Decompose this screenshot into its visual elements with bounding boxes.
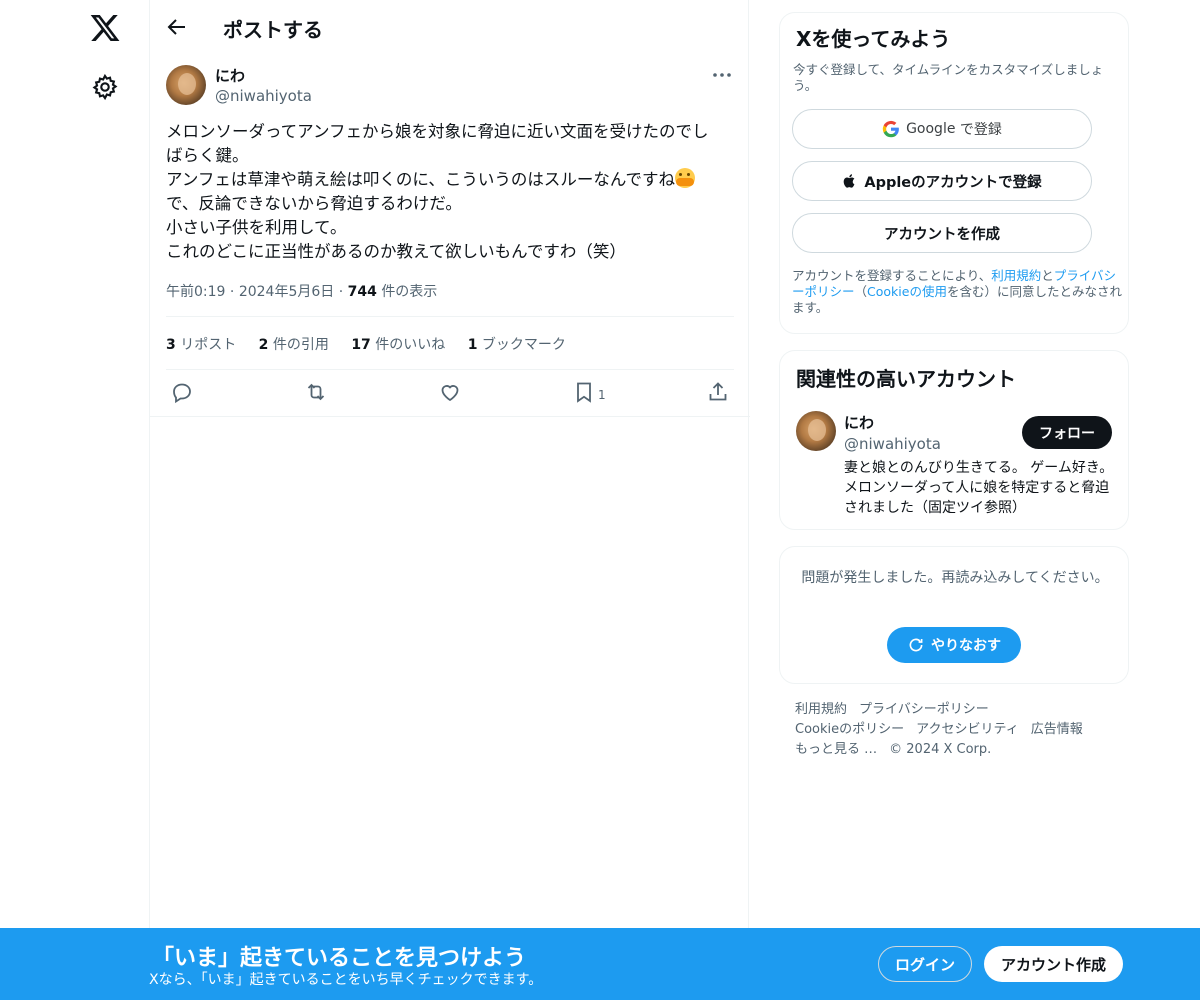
stat-likes[interactable]: 17 件のいいね [351, 337, 445, 353]
footer-links: 利用規約 プライバシーポリシー Cookieのポリシー アクセシビリティ 広告情報 も… [795, 700, 1125, 760]
legal-text: （ [854, 284, 868, 299]
create-account-button[interactable]: アカウントを作成 [792, 213, 1092, 253]
repost-icon[interactable] [304, 380, 328, 404]
bookmark-count: 1 [598, 388, 606, 402]
terms-link[interactable]: 利用規約 [991, 268, 1041, 283]
post-time[interactable]: 午前0:19 [166, 284, 225, 300]
apple-logo-icon [844, 174, 855, 188]
google-brand-label: Google [906, 121, 956, 137]
signup-card-title: Xを使ってみよう [796, 27, 951, 51]
post-text-line: で、反論できないから脅迫するわけだ。 [166, 194, 462, 213]
apple-signup-button[interactable]: Appleのアカウントで登録 [792, 161, 1092, 201]
related-account-bio: 妻と娘とのんびり生きてる。 ゲーム好き。 メロンソーダって人に娘を特定すると脅迫… [844, 460, 1114, 516]
cookie-link[interactable]: Cookieの使用 [867, 284, 947, 299]
footer-copyright: © 2024 X Corp. [889, 742, 992, 757]
post-stats: 3 リポスト 2 件の引用 17 件のいいね 1 ブックマーク [166, 334, 584, 354]
page-title: ポストする [223, 18, 323, 42]
footer-link-ads[interactable]: 広告情報 [1031, 722, 1083, 737]
top-bar: ポストする [150, 0, 750, 54]
post-text-line: 小さい子供を利用して。 [166, 218, 347, 237]
stat-reposts[interactable]: 3 リポスト [166, 337, 236, 353]
footer-link-cookie[interactable]: Cookieのポリシー [795, 722, 904, 737]
post-text-line: これのどこに正当性があるのか教えて欲しいもんですわ（笑） [166, 242, 626, 261]
footer-link-accessibility[interactable]: アクセシビリティ [916, 722, 1019, 737]
login-banner: 「いま」起きていることを見つけよう Xなら、「いま」起きていることをいち早くチェ… [0, 928, 1200, 1000]
x-logo-icon[interactable] [89, 12, 121, 44]
post-text: メロンソーダってアンフェから娘を対象に脅迫に近い文面を受けたのでし ばらく鍵。 … [166, 120, 736, 264]
stat-quotes[interactable]: 2 件の引用 [259, 337, 329, 353]
left-rail [0, 0, 150, 1000]
signup-card: Xを使ってみよう 今すぐ登録して、タイムラインをカスタマイズしましょう。 Goo… [779, 12, 1129, 334]
signup-card-subtitle: 今すぐ登録して、タイムラインをカスタマイズしましょう。 [793, 62, 1104, 93]
login-button[interactable]: ログイン [878, 946, 972, 982]
footer-link-privacy[interactable]: プライバシーポリシー [859, 702, 989, 717]
divider [166, 316, 734, 317]
views-label: 件の表示 [381, 284, 438, 300]
legal-text: アカウントを登録することにより、 [792, 268, 992, 283]
related-accounts-title: 関連性の高いアカウント [796, 367, 1016, 391]
apple-signup-label: Appleのアカウントで登録 [864, 174, 1042, 191]
divider [150, 416, 750, 417]
post-author-avatar[interactable] [166, 65, 206, 105]
post-author-name[interactable]: にわ [215, 65, 245, 86]
post-actions: 1 [150, 380, 750, 408]
signup-button[interactable]: アカウント作成 [984, 946, 1123, 982]
banner-subtitle: Xなら、「いま」起きていることをいち早くチェックできます。 [149, 972, 543, 988]
error-card: 問題が発生しました。再読み込みしてください。 やりなおす [779, 546, 1129, 684]
retry-label: やりなおす [931, 638, 1001, 654]
follow-button[interactable]: フォロー [1022, 416, 1112, 449]
google-signup-label: で登録 [959, 122, 1002, 138]
like-heart-icon[interactable] [438, 380, 462, 404]
reply-icon[interactable] [170, 380, 194, 404]
post-text-line: ばらく鍵。 [166, 146, 249, 165]
error-message: 問題が発生しました。再読み込みしてください。 [801, 570, 1109, 586]
google-g-icon [882, 120, 899, 138]
footer-row: もっと見る … © 2024 X Corp. [795, 740, 1125, 760]
post-meta: 午前0:19 · 2024年5月6日 · 744 件の表示 [166, 284, 438, 300]
create-account-label: アカウントを作成 [884, 226, 1000, 243]
share-icon[interactable] [706, 380, 730, 404]
more-options-icon[interactable] [710, 65, 734, 85]
bookmark-icon[interactable] [572, 380, 596, 404]
legal-notice: アカウントを登録することにより、利用規約とプライバシーポリシー（Cookieの使… [792, 268, 1122, 316]
retry-button[interactable]: やりなおす [887, 627, 1021, 663]
divider [166, 369, 734, 370]
refresh-icon [909, 638, 923, 652]
related-account-handle[interactable]: @niwahiyota [844, 435, 941, 453]
banner-title: 「いま」起きていることを見つけよう [152, 946, 527, 971]
hugging-face-emoji-icon [675, 168, 696, 188]
footer-link-terms[interactable]: 利用規約 [795, 702, 847, 717]
stat-bookmarks[interactable]: 1 ブックマーク [468, 337, 566, 353]
footer-more-link[interactable]: もっと見る … [795, 742, 877, 757]
post-text-line-with-emoji: アンフェは草津や萌え絵は叩くのに、こういうのはスルーなんですね [166, 168, 736, 192]
footer-row: 利用規約 プライバシーポリシー [795, 700, 1125, 720]
legal-text: と [1041, 268, 1054, 283]
post-author-handle[interactable]: @niwahiyota [215, 87, 312, 105]
post-date[interactable]: 2024年5月6日 [239, 284, 334, 300]
gear-icon[interactable] [91, 73, 119, 101]
related-accounts-card: 関連性の高いアカウント にわ @niwahiyota フォロー 妻と娘とのんびり… [779, 350, 1129, 530]
views-count: 744 [347, 284, 377, 300]
post-text-line: メロンソーダってアンフェから娘を対象に脅迫に近い文面を受けたのでし [166, 122, 709, 141]
back-arrow-icon[interactable] [165, 15, 189, 39]
related-account-name[interactable]: にわ [844, 412, 874, 433]
main-column: ポストする にわ @niwahiyota メロンソーダってアンフェから娘を対象に… [149, 0, 750, 1000]
related-account-avatar[interactable] [796, 411, 836, 451]
google-signup-button[interactable]: Google で登録 [792, 109, 1092, 149]
footer-row: Cookieのポリシー アクセシビリティ 広告情報 [795, 720, 1125, 740]
post-text-line: アンフェは草津や萌え絵は叩くのに、こういうのはスルーなんですね [166, 170, 676, 189]
